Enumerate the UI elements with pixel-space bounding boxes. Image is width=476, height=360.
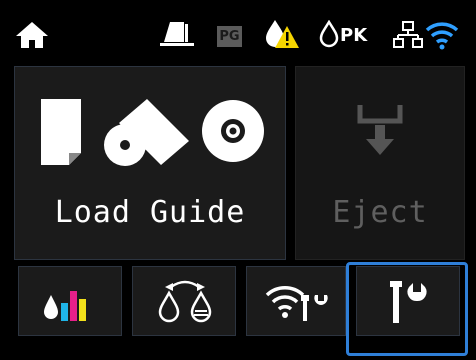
load-guide-button[interactable]: Load Guide <box>14 66 286 260</box>
ink-levels-button[interactable] <box>18 266 122 336</box>
wired-network-icon <box>393 21 423 48</box>
pg-icon: PG <box>217 26 242 47</box>
ink-switch-button[interactable] <box>132 266 236 336</box>
status-bar: PG PK <box>0 0 476 56</box>
ink-warning-icon <box>266 20 299 48</box>
home-icon[interactable] <box>14 20 50 50</box>
selection-highlight <box>346 262 468 356</box>
pk-label: PK <box>340 25 368 46</box>
wifi-icon <box>425 22 459 50</box>
cut-sheet-icon <box>41 99 81 165</box>
ink-pk-icon <box>319 20 339 48</box>
load-guide-label: Load Guide <box>54 195 246 230</box>
ink-switch-icon <box>158 280 212 323</box>
network-settings-button[interactable] <box>246 266 346 336</box>
ink-levels-icon <box>44 291 86 321</box>
eject-button[interactable]: Eject <box>295 66 465 260</box>
cd-dvd-icon <box>202 100 264 162</box>
paper-source-icon <box>160 22 194 46</box>
wifi-settings-icon <box>265 286 328 321</box>
roll-paper-icon <box>104 99 189 166</box>
eject-label: Eject <box>332 195 428 230</box>
eject-icon <box>357 105 403 155</box>
